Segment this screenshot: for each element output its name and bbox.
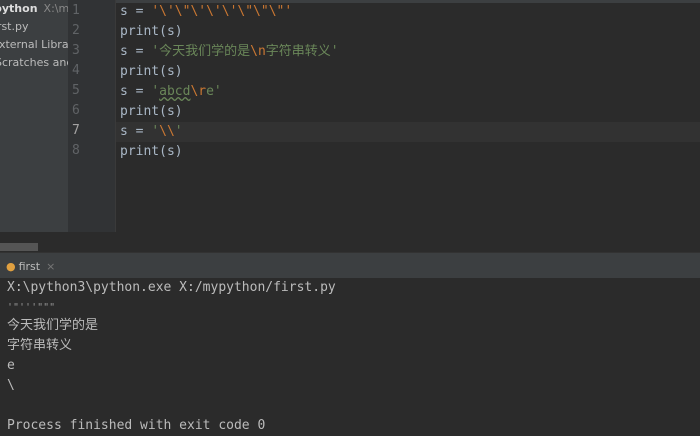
project-sidebar: pythonX:\my first.py External Libraries … [0, 0, 68, 252]
code-line[interactable]: print(s) [120, 102, 183, 122]
run-tool-window-header: ● first × [0, 252, 700, 281]
console-line: '"'''""" [7, 302, 56, 313]
console-line: X:\python3\python.exe X:/mypython/first.… [7, 280, 336, 295]
project-root[interactable]: python X:\my [0, 0, 68, 18]
code-line[interactable]: s = '今天我们学的是\n字符串转义' [120, 42, 339, 62]
project-name: python [0, 2, 38, 15]
code-text: s = [120, 44, 152, 59]
line-number: 8 [72, 143, 80, 158]
line-number: 1 [72, 3, 80, 18]
tree-item-scratches[interactable]: Scratches and Consoles [0, 54, 68, 72]
line-number: 7 [72, 123, 80, 138]
string-literal: ' [151, 124, 160, 139]
editor-bottom-area [0, 232, 700, 252]
string-literal: 字符串转义' [265, 44, 339, 59]
string-literal: ' [174, 124, 183, 139]
escape-sequence: \r [190, 84, 207, 99]
code-line[interactable]: s = '\\' [120, 122, 183, 142]
close-icon[interactable]: × [46, 260, 55, 273]
line-number: 6 [72, 103, 80, 118]
line-number: 2 [72, 23, 80, 38]
project-path: X:\my [43, 2, 68, 15]
python-run-icon: ● [6, 260, 16, 273]
escape-sequence: \\ [159, 124, 175, 139]
sidebar-scrollbar[interactable] [0, 243, 38, 251]
string-literal: '\'\"\'\'\'\"\"\"' [151, 4, 293, 19]
line-number: 3 [72, 43, 80, 58]
console-line: \ [7, 378, 15, 393]
console-exit-message: Process finished with exit code 0 [7, 418, 266, 433]
code-editor[interactable]: s = '\'\"\'\'\'\"\"\"' print(s) s = '今天我… [116, 0, 700, 232]
line-number: 4 [72, 63, 80, 78]
typo-squiggle-text: abcd [159, 84, 191, 99]
code-text: s = [120, 84, 152, 99]
code-line[interactable]: s = '\'\"\'\'\'\"\"\"' [120, 2, 292, 22]
run-tab-label: first [18, 260, 41, 273]
code-text: s = [120, 4, 152, 19]
console-line: 今天我们学的是 [7, 318, 99, 333]
tree-item-external-libraries[interactable]: External Libraries [0, 36, 68, 54]
code-line[interactable]: print(s) [120, 142, 183, 162]
console-line: e [7, 358, 15, 373]
string-literal: '今天我们学的是 [151, 44, 251, 59]
escape-sequence: \n [250, 44, 266, 59]
console-line: 字符串转义 [7, 338, 73, 353]
string-literal: e' [206, 84, 222, 99]
string-literal: ' [151, 84, 160, 99]
line-number: 5 [72, 83, 80, 98]
code-line[interactable]: s = 'abcd\re' [120, 82, 222, 102]
code-line[interactable]: print(s) [120, 22, 183, 42]
run-console[interactable]: X:\python3\python.exe X:/mypython/first.… [0, 278, 700, 436]
code-text: s = [120, 124, 152, 139]
code-line[interactable]: print(s) [120, 62, 183, 82]
tree-item-first-py[interactable]: first.py [0, 18, 68, 36]
